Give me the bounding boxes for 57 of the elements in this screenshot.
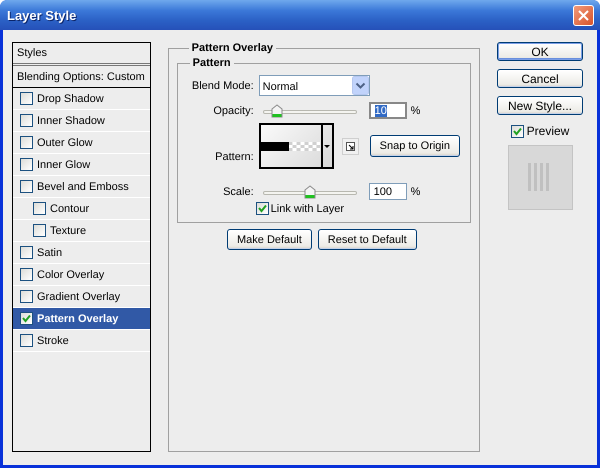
styles-item[interactable]: Styles — [13, 43, 150, 66]
blend-mode-dropdown[interactable]: Normal — [258, 75, 370, 96]
checkbox[interactable] — [20, 158, 33, 171]
field-label: Opacity: — [212, 104, 255, 116]
checkbox[interactable] — [20, 334, 33, 347]
checkbox[interactable] — [33, 224, 46, 237]
scale-field[interactable]: 100 — [368, 183, 407, 200]
opacity-slider[interactable] — [262, 104, 357, 118]
dialog-button[interactable]: OK — [497, 42, 583, 61]
unit-label: % — [410, 186, 420, 198]
style-item[interactable]: Satin — [13, 242, 150, 264]
style-item[interactable]: Texture — [13, 220, 150, 242]
section-title: Pattern Overlay — [190, 42, 274, 54]
checkbox[interactable] — [20, 268, 33, 281]
reset-default-button[interactable]: Reset to Default — [318, 229, 417, 250]
checkbox[interactable] — [20, 114, 33, 127]
checkbox[interactable] — [20, 180, 33, 193]
page-icon — [344, 140, 356, 152]
unit-label: % — [410, 104, 420, 116]
close-icon — [577, 8, 590, 22]
checkbox[interactable] — [256, 202, 269, 215]
new-preset-button[interactable] — [342, 138, 359, 154]
scale-slider[interactable] — [262, 184, 357, 198]
preview-checkbox[interactable]: Preview — [510, 124, 570, 138]
pattern-picker[interactable] — [258, 123, 334, 169]
field-label: Blend Mode: — [190, 80, 255, 92]
style-item[interactable]: Inner Glow — [13, 154, 150, 176]
checkbox[interactable] — [20, 246, 33, 259]
style-item[interactable]: Pattern Overlay — [13, 308, 150, 330]
checkbox[interactable] — [20, 290, 33, 303]
style-item[interactable]: Bevel and Emboss — [13, 176, 150, 198]
pattern-bar-icon — [260, 142, 321, 150]
style-item[interactable]: Inner Shadow — [13, 110, 150, 132]
dialog-button[interactable]: Cancel — [497, 69, 583, 88]
checkbox[interactable] — [20, 312, 33, 325]
checkbox[interactable] — [510, 124, 524, 138]
group-title: Pattern — [192, 57, 232, 69]
field-label: Pattern: — [214, 151, 255, 165]
field-label: Scale: — [222, 186, 255, 198]
style-item[interactable]: Color Overlay — [13, 264, 150, 286]
blending-options-item[interactable]: Blending Options: Custom — [13, 66, 150, 88]
style-item[interactable]: Contour — [13, 198, 150, 220]
close-button[interactable] — [573, 4, 594, 26]
link-with-layer-checkbox[interactable]: Link with Layer — [256, 202, 460, 215]
window-title: Layer Style — [7, 8, 78, 22]
checkbox[interactable] — [20, 136, 33, 149]
checkbox[interactable] — [20, 92, 33, 105]
dialog-button[interactable]: New Style... — [497, 96, 583, 115]
make-default-button[interactable]: Make Default — [226, 229, 312, 250]
style-item[interactable]: Drop Shadow — [13, 88, 150, 110]
checkbox[interactable] — [33, 202, 46, 215]
snap-to-origin-button[interactable]: Snap to Origin — [370, 135, 460, 157]
style-item[interactable]: Stroke — [13, 330, 150, 352]
style-item[interactable]: Outer Glow — [13, 132, 150, 154]
preview-drawing — [508, 145, 572, 210]
opacity-field[interactable]: 10 — [368, 102, 407, 119]
caret-icon — [324, 144, 330, 148]
